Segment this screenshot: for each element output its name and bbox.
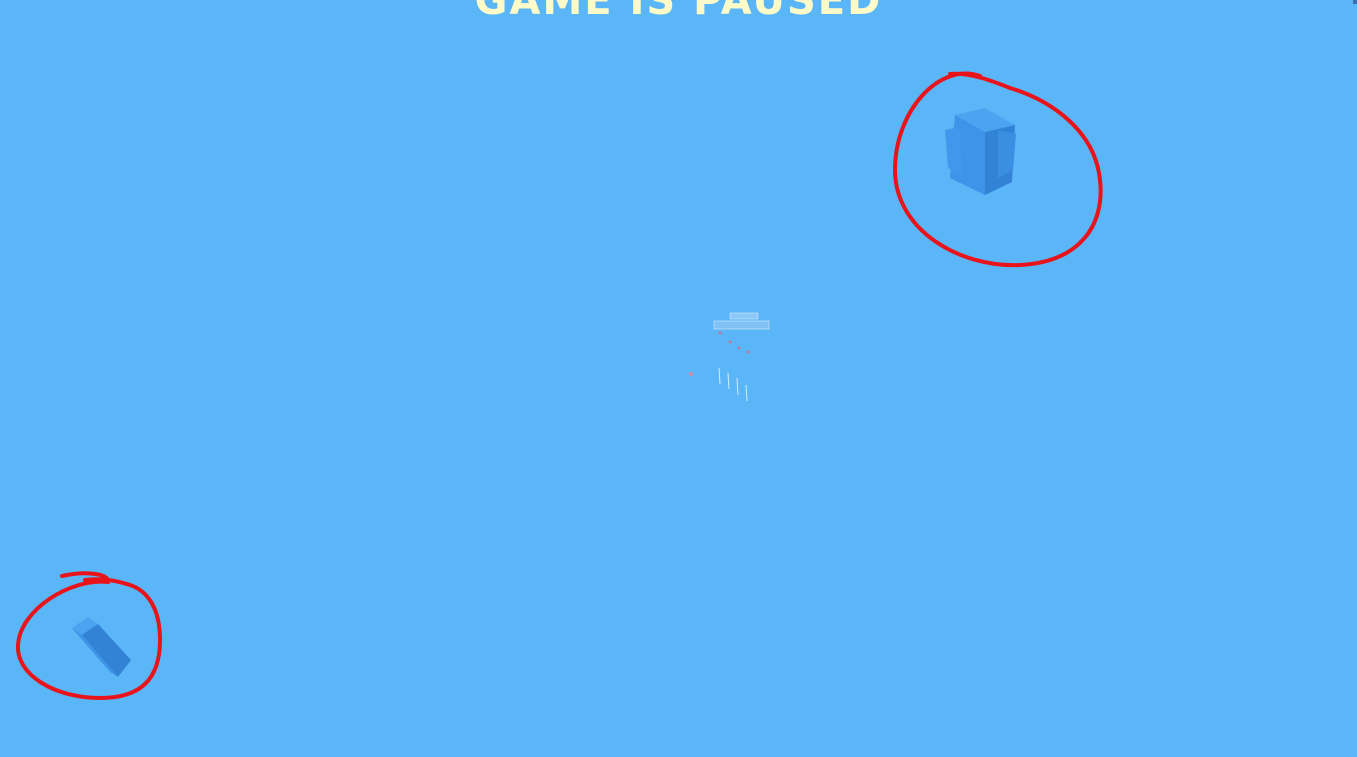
fallen-block [72,617,131,677]
distant-structure [689,312,770,402]
pillar-cluster [945,108,1016,195]
game-viewport[interactable]: GAME IS PAUSED [0,0,1357,757]
game-scene [15,71,1103,701]
